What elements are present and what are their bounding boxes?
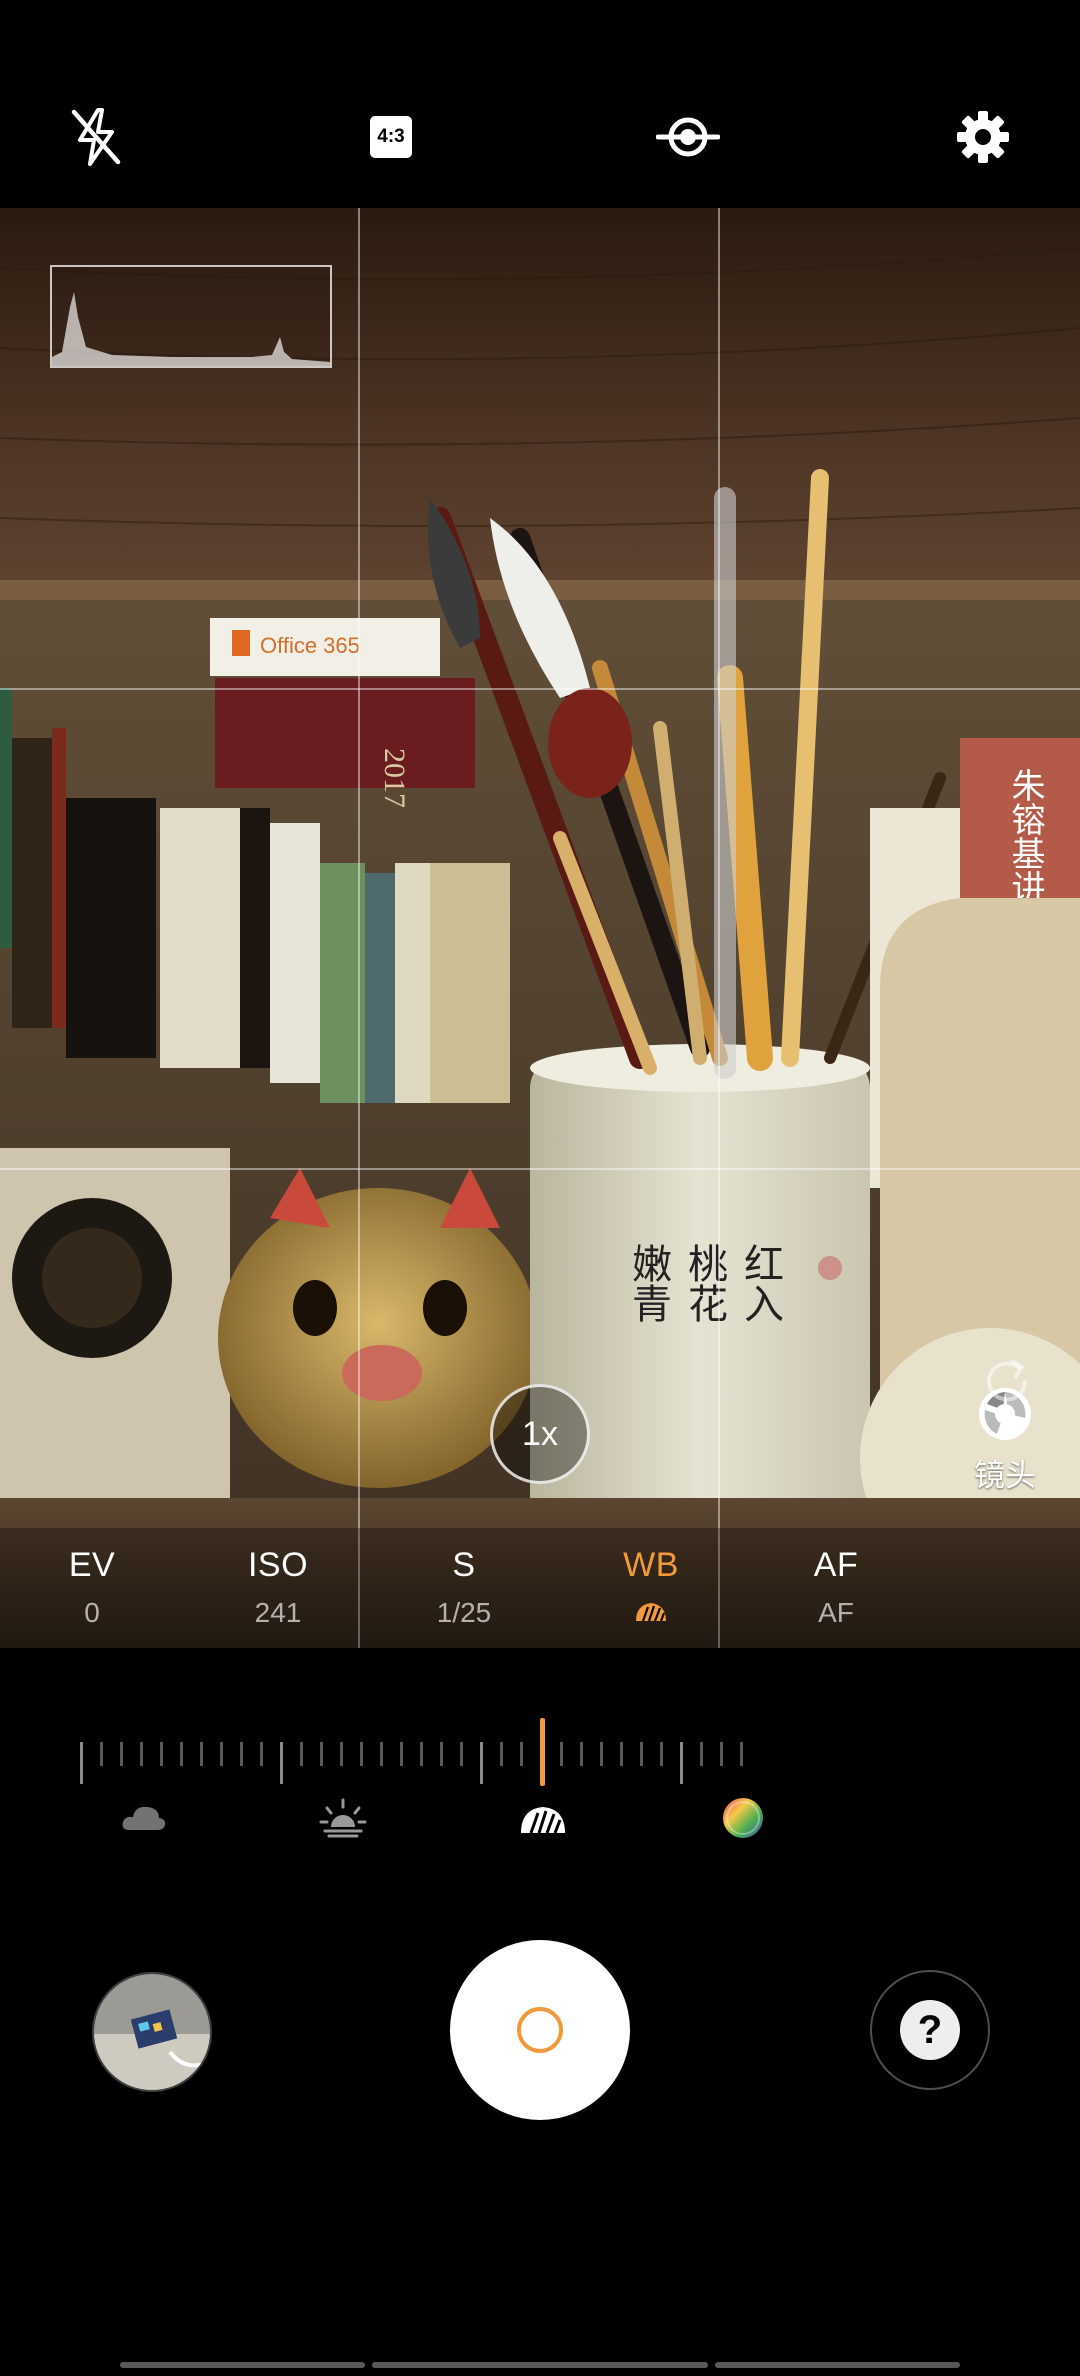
grid-line-v1 bbox=[358, 208, 360, 1648]
flash-off-icon[interactable] bbox=[53, 94, 139, 180]
wb-slider-tick bbox=[600, 1742, 603, 1766]
wb-slider-tick bbox=[340, 1742, 343, 1766]
svg-text:嫩青: 嫩青 bbox=[625, 1243, 671, 1323]
nav-segment-left bbox=[120, 2362, 365, 2368]
wb-slider-indicator[interactable] bbox=[540, 1718, 545, 1786]
nav-segment-center[interactable] bbox=[372, 2362, 708, 2368]
param-af-value: AF bbox=[818, 1597, 854, 1628]
refresh-icon[interactable] bbox=[975, 1350, 1039, 1414]
sunrise-icon[interactable] bbox=[313, 1790, 373, 1846]
param-iso-value: 241 bbox=[254, 1597, 302, 1628]
zoom-button[interactable]: 1x bbox=[490, 1384, 590, 1484]
wb-slider-tick bbox=[160, 1742, 163, 1766]
grid-line-h2 bbox=[0, 1168, 1080, 1170]
param-ev-name: EV bbox=[68, 1546, 116, 1584]
wb-slider-tick bbox=[240, 1742, 243, 1766]
wb-slider-tick bbox=[360, 1742, 363, 1766]
wb-slider-tick bbox=[300, 1742, 303, 1766]
help-button[interactable]: ? bbox=[870, 1970, 990, 2090]
wb-slider-tick bbox=[320, 1742, 323, 1766]
wb-slider-tick bbox=[640, 1742, 643, 1766]
wb-slider-tick bbox=[700, 1742, 703, 1766]
wb-slider-tick bbox=[380, 1742, 383, 1766]
camera-viewfinder[interactable]: Office 365 2017 红入 桃花 嫩青 朱镕基讲话 1x 镜头 EV … bbox=[0, 208, 1080, 1648]
wb-slider-tick bbox=[260, 1742, 263, 1766]
wb-slider[interactable] bbox=[0, 1690, 1080, 1870]
settings-gear-icon[interactable] bbox=[940, 94, 1026, 180]
wb-slider-tick bbox=[220, 1742, 223, 1766]
aspect-ratio-label: 4:3 bbox=[370, 116, 412, 158]
shutter-button[interactable] bbox=[450, 1940, 630, 2120]
lens-label: 镜头 bbox=[974, 1458, 1036, 1493]
gesture-navigation-bar bbox=[0, 2362, 1080, 2370]
wb-slider-tick bbox=[440, 1742, 443, 1766]
aspect-ratio-button[interactable]: 4:3 bbox=[348, 94, 434, 180]
wb-slider-tick bbox=[680, 1742, 683, 1784]
wb-slider-tick bbox=[100, 1742, 103, 1766]
wb-slider-tick bbox=[80, 1742, 83, 1784]
param-iso[interactable]: ISO 241 bbox=[223, 1546, 333, 1629]
param-s-value: 1/25 bbox=[436, 1597, 492, 1628]
svg-text:桃花: 桃花 bbox=[681, 1243, 727, 1323]
wb-slider-tick bbox=[620, 1742, 623, 1766]
wb-slider-tick bbox=[500, 1742, 503, 1766]
stabilization-icon[interactable] bbox=[645, 94, 731, 180]
param-af[interactable]: AF AF bbox=[781, 1546, 891, 1629]
wb-slider-tick bbox=[140, 1742, 143, 1766]
svg-text:Office 365: Office 365 bbox=[260, 633, 360, 658]
color-wheel-icon[interactable] bbox=[713, 1790, 773, 1846]
wb-slider-tick bbox=[520, 1742, 523, 1766]
param-wb[interactable]: WB bbox=[596, 1546, 706, 1623]
wb-slider-tick bbox=[400, 1742, 403, 1766]
nav-segment-right bbox=[715, 2362, 960, 2368]
wb-slider-tick bbox=[200, 1742, 203, 1766]
param-ev-value: 0 bbox=[84, 1597, 100, 1628]
grid-line-v2 bbox=[718, 208, 720, 1648]
wb-slider-tick bbox=[660, 1742, 663, 1766]
gallery-thumbnail[interactable] bbox=[92, 1972, 212, 2092]
param-wb-name: WB bbox=[623, 1546, 679, 1584]
pro-params-bar: EV 0 ISO 241 S 1/25 WB AF AF bbox=[0, 1528, 1080, 1648]
svg-text:2017: 2017 bbox=[378, 748, 411, 808]
top-toolbar: 4:3 bbox=[0, 0, 1080, 208]
wb-slider-tick bbox=[720, 1742, 723, 1766]
wb-slider-tick bbox=[280, 1742, 283, 1784]
help-icon: ? bbox=[900, 2000, 960, 2060]
histogram bbox=[50, 265, 332, 368]
wb-slider-tick bbox=[120, 1742, 123, 1766]
param-s-name: S bbox=[452, 1546, 476, 1584]
wb-slider-tick bbox=[560, 1742, 563, 1766]
cloudy-wb-icon bbox=[596, 1597, 706, 1623]
param-iso-name: ISO bbox=[247, 1546, 309, 1584]
wb-slider-tick bbox=[420, 1742, 423, 1766]
wb-slider-tick bbox=[740, 1742, 743, 1766]
wb-slider-tick bbox=[180, 1742, 183, 1766]
param-af-name: AF bbox=[813, 1546, 859, 1584]
wb-slider-tick bbox=[460, 1742, 463, 1766]
cloudy-icon[interactable] bbox=[113, 1790, 173, 1846]
param-shutter-speed[interactable]: S 1/25 bbox=[409, 1546, 519, 1629]
grid-line-h1 bbox=[0, 688, 1080, 690]
wb-slider-tick bbox=[580, 1742, 583, 1766]
param-ev[interactable]: EV 0 bbox=[37, 1546, 147, 1629]
shutter-icon bbox=[517, 2007, 563, 2053]
shade-icon[interactable] bbox=[513, 1790, 573, 1846]
wb-slider-tick bbox=[480, 1742, 483, 1784]
svg-text:红入: 红入 bbox=[737, 1243, 783, 1323]
